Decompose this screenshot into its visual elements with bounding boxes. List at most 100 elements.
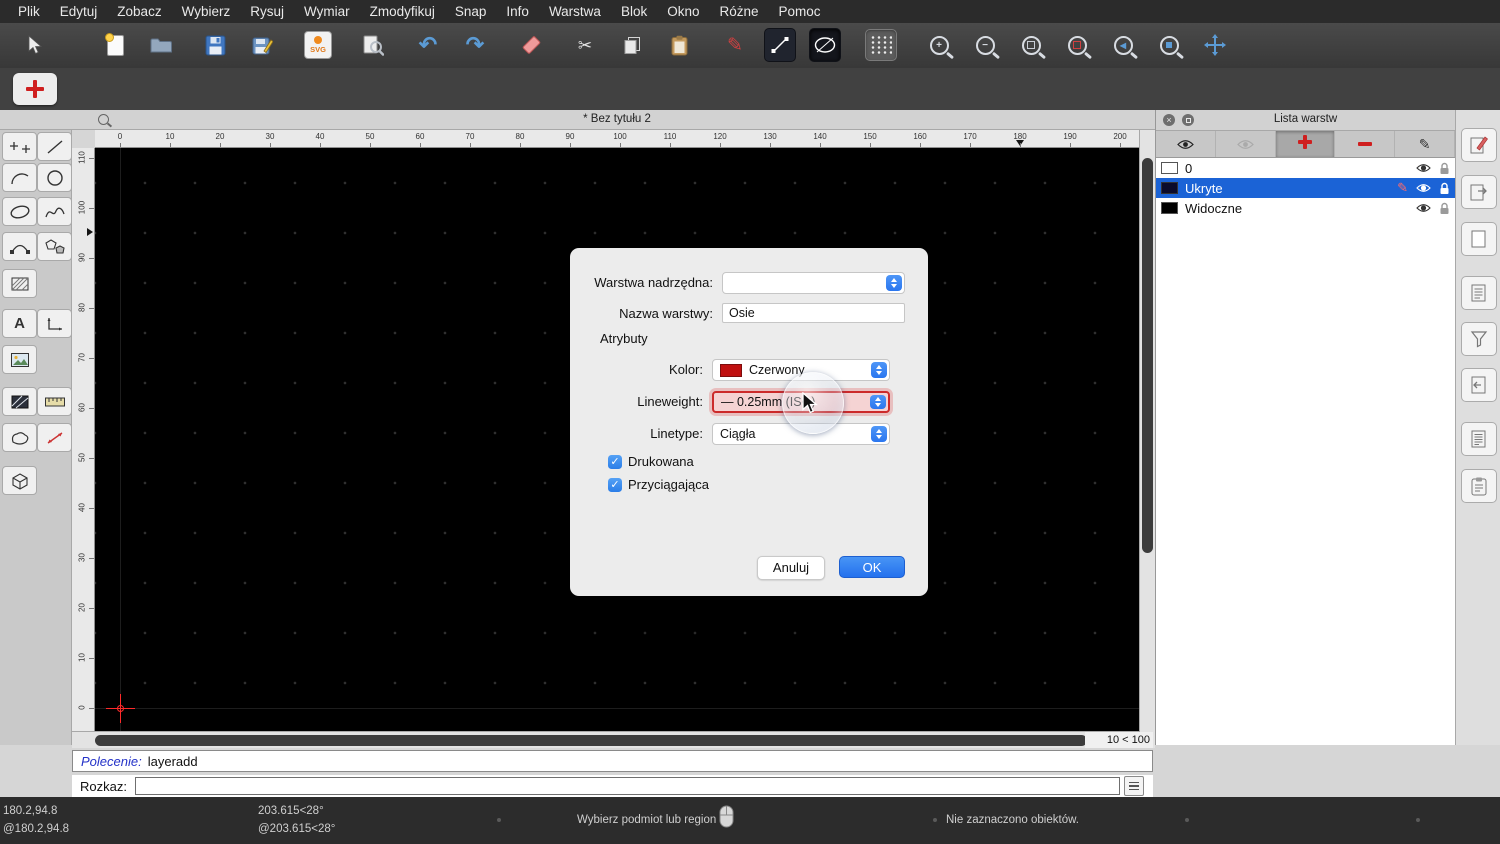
snappable-checkbox-row[interactable]: ✓ Przyciągająca bbox=[608, 477, 709, 492]
spline-tool-button[interactable] bbox=[37, 197, 72, 226]
vertical-scrollbar-thumb[interactable] bbox=[1142, 158, 1153, 553]
select-tool-button[interactable] bbox=[19, 29, 51, 61]
grid-toggle-button[interactable] bbox=[865, 29, 897, 61]
selection-filter-button[interactable] bbox=[1461, 322, 1497, 356]
edit-layer-button[interactable]: ✎ bbox=[1395, 131, 1455, 157]
horizontal-scrollbar-thumb[interactable] bbox=[95, 735, 1087, 746]
parent-layer-combo[interactable] bbox=[722, 272, 905, 294]
zoom-out-button[interactable]: − bbox=[969, 29, 1001, 61]
layer-edit-pen-icon[interactable]: ✎ bbox=[1397, 180, 1408, 196]
polygon-tool-button[interactable] bbox=[37, 232, 72, 261]
menu-item[interactable]: Blok bbox=[611, 4, 657, 19]
new-file-button[interactable] bbox=[99, 29, 131, 61]
add-layer-toolbar-button[interactable] bbox=[13, 73, 57, 105]
layer-visibility-icon[interactable] bbox=[1416, 183, 1431, 193]
zoom-window-button[interactable] bbox=[1153, 29, 1185, 61]
library-panel-button[interactable] bbox=[1461, 368, 1497, 402]
menu-item[interactable]: Warstwa bbox=[539, 4, 611, 19]
menu-item[interactable]: Okno bbox=[657, 4, 709, 19]
blocks-panel-button[interactable] bbox=[1461, 175, 1497, 209]
hide-all-layers-button[interactable] bbox=[1216, 131, 1276, 157]
dimension-tool-button[interactable] bbox=[37, 309, 72, 338]
zoom-previous-button[interactable]: ◀ bbox=[1107, 29, 1139, 61]
remove-layer-button[interactable] bbox=[1335, 131, 1396, 157]
menu-item[interactable]: Snap bbox=[445, 4, 497, 19]
stepper-icon[interactable] bbox=[870, 395, 886, 409]
image-tool-button[interactable] bbox=[2, 345, 37, 374]
show-all-layers-button[interactable] bbox=[1156, 131, 1216, 157]
ruler-tool-button[interactable] bbox=[37, 387, 72, 416]
stepper-icon[interactable] bbox=[871, 362, 887, 378]
layer-visibility-icon[interactable] bbox=[1416, 203, 1431, 213]
line-tool-palette-button[interactable] bbox=[37, 132, 72, 161]
menu-item[interactable]: Rysuj bbox=[240, 4, 294, 19]
layer-visibility-icon[interactable] bbox=[1416, 163, 1431, 173]
ok-button[interactable]: OK bbox=[839, 556, 905, 578]
save-button[interactable] bbox=[199, 29, 231, 61]
views-panel-button[interactable] bbox=[1461, 222, 1497, 256]
layer-lock-icon[interactable] bbox=[1439, 162, 1450, 175]
layer-row-widoczne[interactable]: Widoczne bbox=[1156, 198, 1455, 218]
measure-tool-button[interactable] bbox=[37, 423, 72, 452]
hatch-tool-button[interactable] bbox=[2, 269, 37, 298]
zoom-selection-button[interactable] bbox=[1061, 29, 1093, 61]
command-input[interactable] bbox=[134, 777, 1120, 795]
properties-panel-button[interactable] bbox=[1461, 128, 1497, 162]
copy-button[interactable] bbox=[616, 29, 648, 61]
vertical-scrollbar[interactable] bbox=[1139, 130, 1155, 748]
layer-lock-icon[interactable] bbox=[1439, 182, 1450, 195]
box3d-tool-button[interactable] bbox=[2, 466, 37, 495]
text-tool-button[interactable]: A bbox=[2, 309, 37, 338]
revert-button[interactable] bbox=[515, 29, 547, 61]
new-file-icon bbox=[104, 32, 124, 56]
svg-export-button[interactable]: SVG bbox=[302, 29, 334, 61]
layer-name-input[interactable]: Osie bbox=[722, 303, 905, 323]
menu-item[interactable]: Plik bbox=[8, 4, 50, 19]
arc-tool-button[interactable] bbox=[2, 163, 37, 192]
menu-item[interactable]: Pomoc bbox=[769, 4, 831, 19]
pan-button[interactable] bbox=[1199, 29, 1231, 61]
layer-row-ukryte[interactable]: Ukryte ✎ bbox=[1156, 178, 1455, 198]
menu-item[interactable]: Wymiar bbox=[294, 4, 360, 19]
save-as-button[interactable] bbox=[246, 29, 278, 61]
zoom-in-button[interactable]: + bbox=[923, 29, 955, 61]
clipboard-panel-button[interactable] bbox=[1461, 469, 1497, 503]
pattern-tool-button[interactable] bbox=[2, 387, 37, 416]
printable-checkbox[interactable]: ✓ bbox=[608, 454, 622, 469]
line-tool-button[interactable] bbox=[764, 28, 796, 62]
zoom-auto-button[interactable] bbox=[1015, 29, 1047, 61]
command-history-button[interactable] bbox=[1461, 422, 1497, 456]
point-tool-button[interactable] bbox=[2, 132, 37, 161]
stepper-icon[interactable] bbox=[871, 426, 887, 442]
menu-item[interactable]: Wybierz bbox=[172, 4, 241, 19]
circle-tool-button[interactable] bbox=[37, 163, 72, 192]
ellipse-tool-palette-button[interactable] bbox=[2, 197, 37, 226]
layers-panel-button[interactable] bbox=[1461, 276, 1497, 310]
command-options-button[interactable] bbox=[1123, 776, 1144, 796]
open-file-button[interactable] bbox=[145, 29, 177, 61]
print-preview-button[interactable] bbox=[357, 29, 389, 61]
redo-button[interactable]: ↷ bbox=[459, 29, 491, 61]
snappable-checkbox[interactable]: ✓ bbox=[608, 477, 622, 492]
menu-item[interactable]: Zmodyfikuj bbox=[360, 4, 445, 19]
menu-item[interactable]: Zobacz bbox=[107, 4, 171, 19]
ruler-tick-mark bbox=[920, 143, 921, 147]
stepper-icon[interactable] bbox=[886, 275, 902, 291]
pen-button[interactable]: ✎ bbox=[719, 29, 751, 61]
shape-tool-button[interactable] bbox=[2, 423, 37, 452]
polyline-tool-button[interactable] bbox=[2, 232, 37, 261]
cancel-button[interactable]: Anuluj bbox=[757, 556, 825, 580]
menu-item[interactable]: Różne bbox=[710, 4, 769, 19]
y-axis-line bbox=[120, 148, 121, 731]
undo-button[interactable]: ↶ bbox=[412, 29, 444, 61]
paste-button[interactable] bbox=[663, 29, 695, 61]
layer-row-0[interactable]: 0 bbox=[1156, 158, 1455, 178]
menu-item[interactable]: Info bbox=[496, 4, 539, 19]
horizontal-scrollbar[interactable] bbox=[72, 731, 1139, 748]
cut-button[interactable]: ✂ bbox=[569, 29, 601, 61]
layer-lock-icon[interactable] bbox=[1439, 202, 1450, 215]
printable-checkbox-row[interactable]: ✓ Drukowana bbox=[608, 454, 694, 469]
menu-item[interactable]: Edytuj bbox=[50, 4, 108, 19]
ellipse-tool-button[interactable] bbox=[809, 28, 841, 62]
add-layer-button[interactable] bbox=[1275, 131, 1336, 157]
